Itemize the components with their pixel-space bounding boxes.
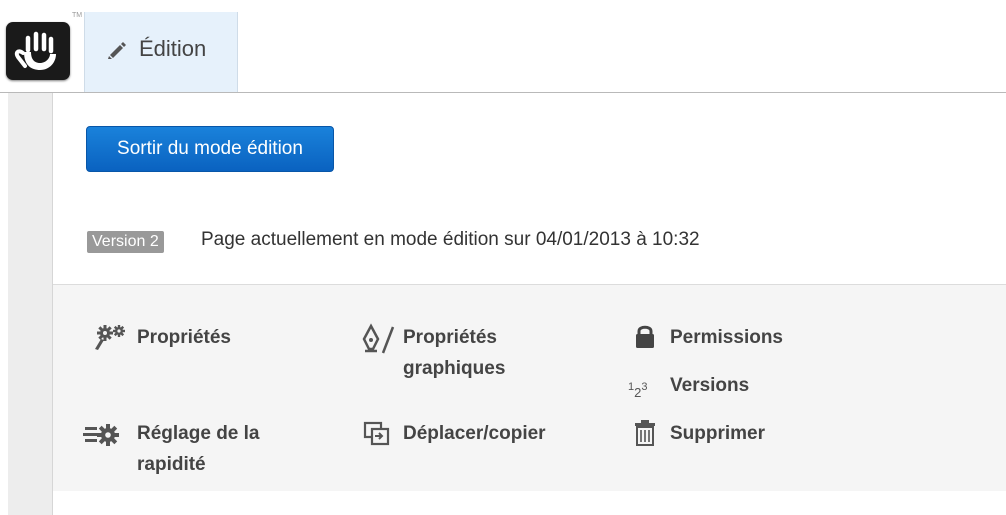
- left-rail: [8, 93, 53, 515]
- design-properties-label-line2: graphiques: [403, 358, 506, 379]
- move-copy-icon: [363, 421, 391, 452]
- trash-icon: [633, 420, 657, 453]
- tab-edition-label: Édition: [139, 36, 207, 61]
- top-toolbar: TM Édition: [0, 0, 1006, 93]
- versions-icon: 123: [628, 381, 648, 400]
- properties-label: Propriétés: [137, 327, 231, 348]
- speed-settings-label-line1: Réglage de la: [137, 423, 260, 444]
- lock-icon: [633, 323, 657, 356]
- delete-label: Supprimer: [670, 423, 766, 444]
- gears-icon: [91, 323, 131, 358]
- exit-edit-mode-button[interactable]: Sortir du mode édition: [86, 126, 334, 172]
- permissions-label: Permissions: [670, 327, 783, 348]
- delete-action[interactable]: Supprimer: [633, 419, 813, 451]
- edit-panel-header: Sortir du mode édition Version 2 Page ac…: [53, 93, 1006, 284]
- version-badge: Version 2: [87, 231, 164, 253]
- trademark-mark: TM: [72, 12, 83, 19]
- edit-status-text: Page actuellement en mode édition sur 04…: [201, 229, 700, 250]
- panel-footer-space: [53, 491, 1006, 515]
- hand-logo-icon[interactable]: [6, 22, 70, 80]
- edit-actions-panel: Propriétés Propriétés graphiques Permiss…: [53, 284, 1006, 492]
- move-copy-action[interactable]: Déplacer/copier: [363, 419, 583, 451]
- speed-gear-icon: [83, 421, 123, 454]
- design-properties-action[interactable]: Propriétés graphiques: [361, 323, 551, 389]
- pencil-icon: [107, 41, 127, 64]
- tab-edition[interactable]: Édition: [84, 12, 238, 92]
- move-copy-label: Déplacer/copier: [403, 423, 546, 444]
- speed-settings-action[interactable]: Réglage de la rapidité: [83, 419, 293, 483]
- versions-label: Versions: [670, 375, 750, 396]
- pen-nib-icon: [361, 323, 395, 360]
- versions-action[interactable]: 123 Versions: [628, 371, 818, 403]
- design-properties-label-line1: Propriétés: [403, 327, 497, 348]
- permissions-action[interactable]: Permissions: [633, 323, 813, 355]
- speed-settings-label-line2: rapidité: [137, 454, 206, 475]
- properties-action[interactable]: Propriétés: [91, 323, 261, 355]
